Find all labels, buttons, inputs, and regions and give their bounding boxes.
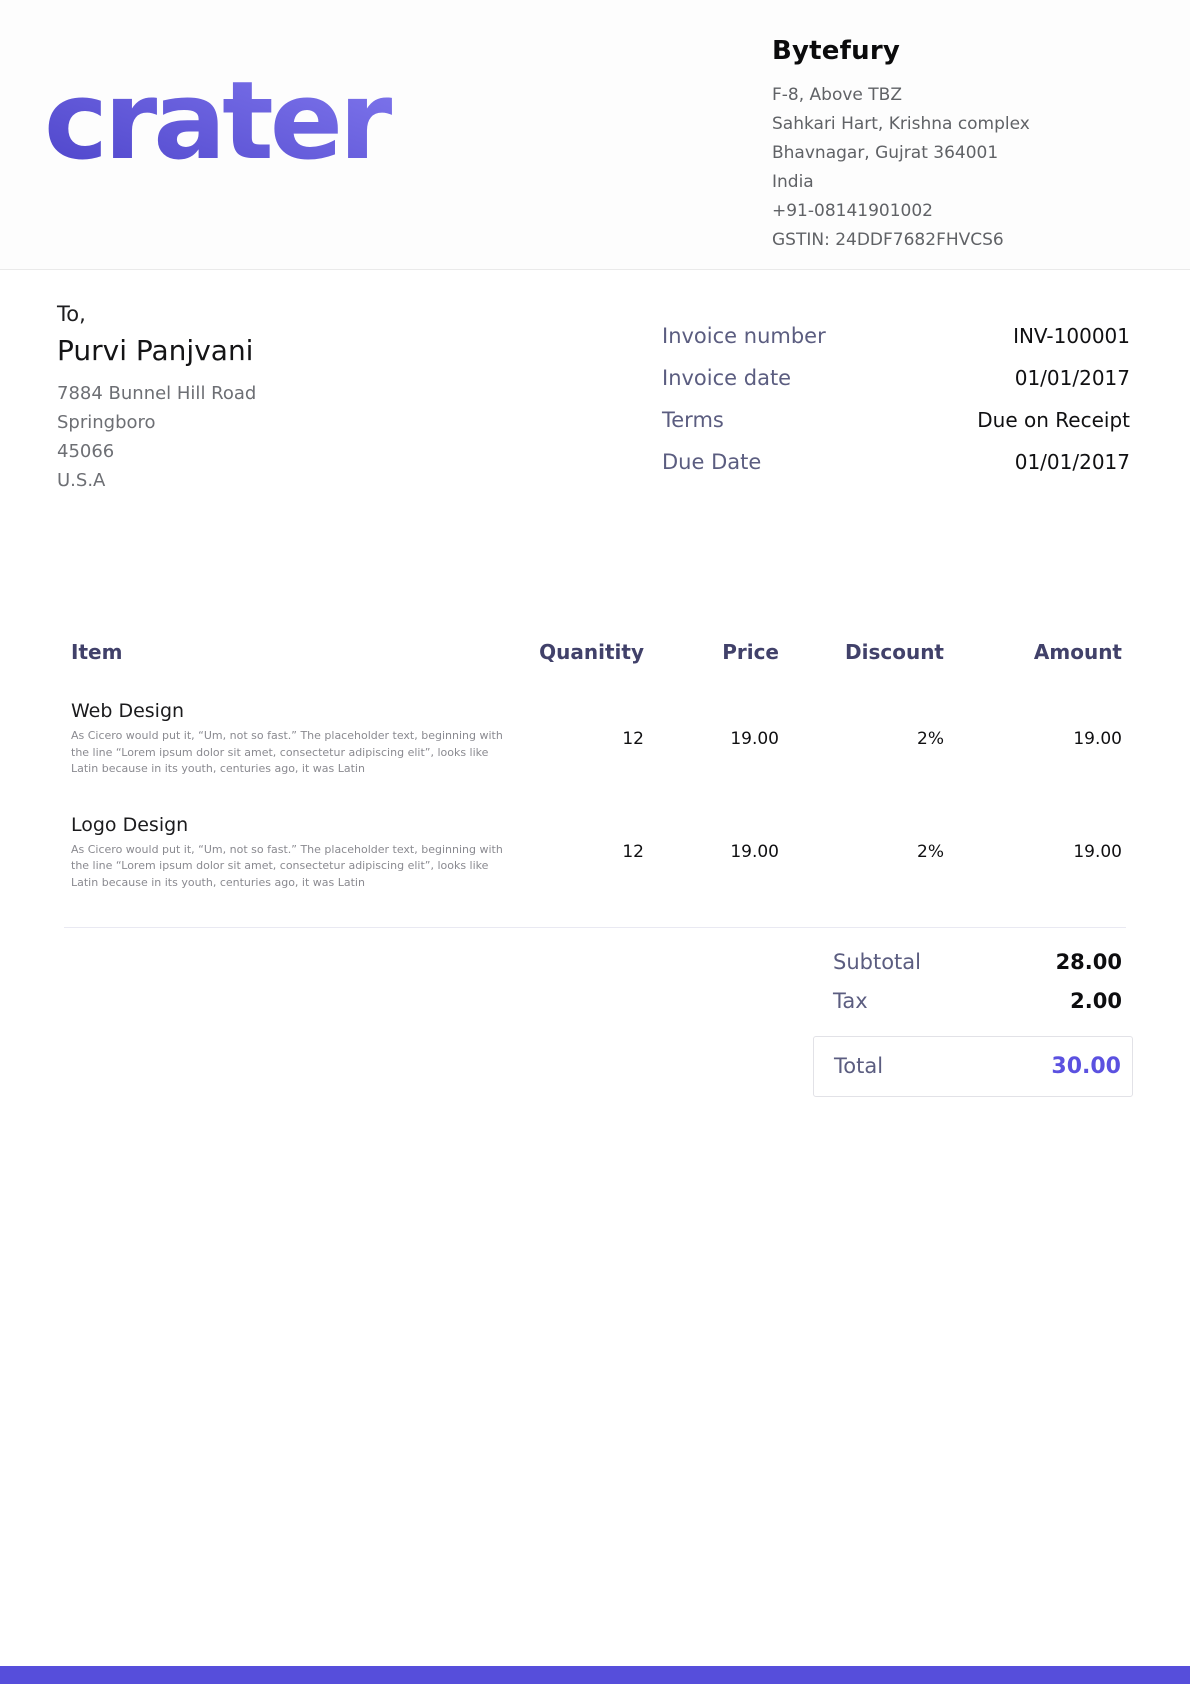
- total-label: Total: [834, 1054, 883, 1078]
- invoice-number-value: INV-100001: [1013, 324, 1130, 348]
- item-description: As Cicero would put it, “Um, not so fast…: [71, 842, 516, 892]
- company-address: F-8, Above TBZ Sahkari Hart, Krishna com…: [772, 81, 1144, 255]
- column-header-price: Price: [644, 640, 779, 664]
- item-price: 19.00: [644, 729, 779, 749]
- customer-address-line: U.S.A: [57, 466, 256, 495]
- item-description: As Cicero would put it, “Um, not so fast…: [71, 728, 516, 778]
- due-date-label: Due Date: [662, 450, 761, 474]
- column-header-item: Item: [71, 640, 520, 664]
- table-bottom-divider: [64, 927, 1126, 928]
- items-table-header: Item Quanitity Price Discount Amount: [64, 640, 1126, 664]
- total-value: 30.00: [1051, 1054, 1121, 1079]
- company-info: Bytefury F-8, Above TBZ Sahkari Hart, Kr…: [772, 36, 1144, 269]
- item-discount: 2%: [779, 729, 944, 749]
- invoice-date-row: Invoice date 01/01/2017: [662, 366, 1130, 390]
- column-header-discount: Discount: [779, 640, 944, 664]
- due-date-row: Due Date 01/01/2017: [662, 450, 1130, 474]
- column-header-quantity: Quanitity: [520, 640, 644, 664]
- company-address-line: Bhavnagar, Gujrat 364001: [772, 139, 1144, 168]
- invoice-page: crater Bytefury F-8, Above TBZ Sahkari H…: [0, 0, 1190, 1684]
- item-name: Web Design: [71, 700, 520, 722]
- invoice-number-row: Invoice number INV-100001: [662, 324, 1130, 348]
- crater-logo-text: crater: [44, 59, 392, 184]
- parties-section: To, Purvi Panjvani 7884 Bunnel Hill Road…: [57, 302, 1130, 495]
- tax-value: 2.00: [1070, 989, 1122, 1013]
- terms-label: Terms: [662, 408, 724, 432]
- total-box: Total 30.00: [813, 1036, 1133, 1097]
- company-phone: +91-08141901002: [772, 197, 1144, 226]
- subtotal-row: Subtotal 28.00: [813, 950, 1133, 974]
- tax-row: Tax 2.00: [813, 989, 1133, 1013]
- terms-row: Terms Due on Receipt: [662, 408, 1130, 432]
- bill-to-block: To, Purvi Panjvani 7884 Bunnel Hill Road…: [57, 302, 256, 495]
- item-quantity: 12: [520, 729, 644, 749]
- item-amount: 19.00: [944, 729, 1126, 749]
- company-address-line: F-8, Above TBZ: [772, 81, 1144, 110]
- totals-section: Subtotal 28.00 Tax 2.00 Total 30.00: [813, 950, 1133, 1097]
- customer-address: 7884 Bunnel Hill Road Springboro 45066 U…: [57, 379, 256, 495]
- item-amount: 19.00: [944, 842, 1126, 862]
- customer-address-line: Springboro: [57, 408, 256, 437]
- item-discount: 2%: [779, 842, 944, 862]
- customer-address-line: 45066: [57, 437, 256, 466]
- column-header-amount: Amount: [944, 640, 1126, 664]
- company-address-line: Sahkari Hart, Krishna complex: [772, 110, 1144, 139]
- company-name: Bytefury: [772, 36, 1144, 66]
- table-row: Logo Design As Cicero would put it, “Um,…: [64, 814, 1126, 892]
- item-name: Logo Design: [71, 814, 520, 836]
- subtotal-value: 28.00: [1056, 950, 1122, 974]
- company-gstin: GSTIN: 24DDF7682FHVCS6: [772, 226, 1144, 255]
- terms-value: Due on Receipt: [977, 408, 1130, 432]
- item-cell: Logo Design As Cicero would put it, “Um,…: [71, 814, 520, 892]
- tax-label: Tax: [833, 989, 868, 1013]
- crater-logo-image: crater: [44, 56, 494, 186]
- invoice-header: crater Bytefury F-8, Above TBZ Sahkari H…: [0, 0, 1190, 270]
- item-cell: Web Design As Cicero would put it, “Um, …: [71, 700, 520, 778]
- footer-accent-bar: [0, 1666, 1190, 1684]
- due-date-value: 01/01/2017: [1015, 450, 1130, 474]
- customer-name: Purvi Panjvani: [57, 334, 256, 367]
- invoice-date-label: Invoice date: [662, 366, 791, 390]
- crater-logo: crater: [44, 56, 494, 269]
- invoice-number-label: Invoice number: [662, 324, 826, 348]
- company-address-line: India: [772, 168, 1144, 197]
- item-price: 19.00: [644, 842, 779, 862]
- items-table: Item Quanitity Price Discount Amount Web…: [64, 640, 1126, 928]
- item-quantity: 12: [520, 842, 644, 862]
- subtotal-label: Subtotal: [833, 950, 921, 974]
- bill-to-salutation: To,: [57, 302, 256, 326]
- invoice-date-value: 01/01/2017: [1015, 366, 1130, 390]
- invoice-meta-block: Invoice number INV-100001 Invoice date 0…: [662, 324, 1130, 495]
- table-row: Web Design As Cicero would put it, “Um, …: [64, 700, 1126, 778]
- customer-address-line: 7884 Bunnel Hill Road: [57, 379, 256, 408]
